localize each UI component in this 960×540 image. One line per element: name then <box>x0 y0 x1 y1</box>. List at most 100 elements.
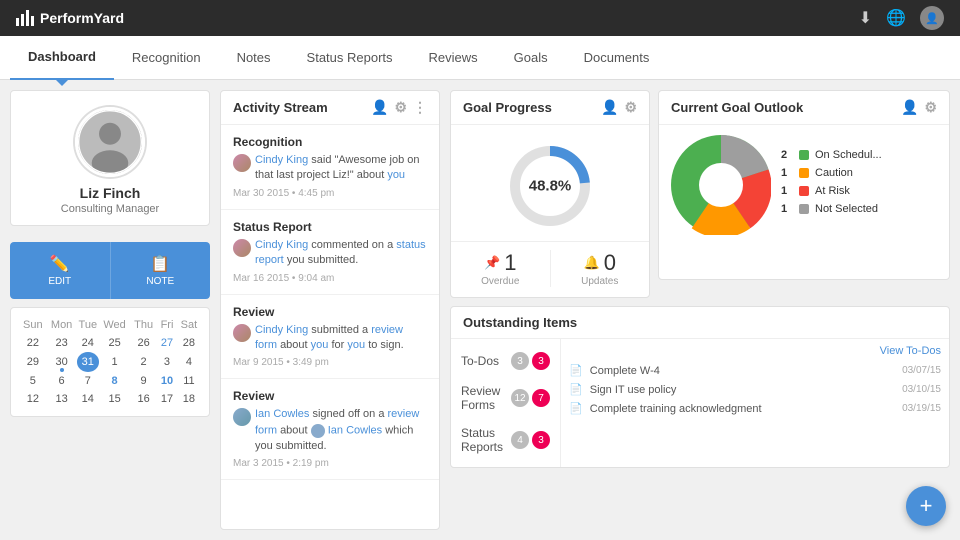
cal-day[interactable]: 24 <box>77 334 100 352</box>
activity-stream-header: Activity Stream 👤 ⚙ ⋮ <box>221 91 439 125</box>
todo-item-training: 📄 Complete training acknowledgment 03/19… <box>569 399 941 418</box>
activity-stream-panel: Activity Stream 👤 ⚙ ⋮ Recognition Cindy … <box>220 90 440 530</box>
legend-item-not-selected: 1 Not Selected <box>781 203 937 215</box>
profile-name: Liz Finch <box>21 185 199 201</box>
nav-dashboard[interactable]: Dashboard <box>10 36 114 80</box>
cindy-king-link[interactable]: Cindy King <box>255 154 308 166</box>
cal-day[interactable]: 12 <box>19 390 47 408</box>
cal-day[interactable]: 23 <box>47 334 77 352</box>
overdue-stat: 📌 1 Overdue <box>451 250 550 287</box>
view-todos-link[interactable]: View To-Dos <box>880 345 941 357</box>
settings-icon[interactable]: ⚙ <box>924 99 937 116</box>
nav-notes[interactable]: Notes <box>219 36 289 80</box>
outstanding-todos: View To-Dos 📄 Complete W-4 03/07/15 📄 Si… <box>561 339 949 467</box>
activity-item-review1: Review Cindy King submitted a review for… <box>221 295 439 380</box>
avatar <box>75 107 145 177</box>
cal-day[interactable]: 28 <box>177 334 201 352</box>
updates-number: 🔔 0 <box>551 250 650 276</box>
settings-icon[interactable]: ⚙ <box>624 99 637 116</box>
cal-row: 12 13 14 15 16 17 18 <box>19 390 201 408</box>
updates-stat: 🔔 0 Updates <box>551 250 650 287</box>
cal-day[interactable]: 8 <box>99 372 130 390</box>
person-icon[interactable]: 👤 <box>371 99 388 116</box>
cal-header-wed: Wed <box>99 316 130 334</box>
logo-text: PerformYard <box>40 10 124 26</box>
cal-day[interactable]: 18 <box>177 390 201 408</box>
cal-day[interactable]: 5 <box>19 372 47 390</box>
cindy-king-link[interactable]: Cindy King <box>255 324 308 336</box>
fab-button[interactable]: + <box>906 486 946 526</box>
donut-chart: 48.8% <box>505 141 595 231</box>
out-item-status-reports[interactable]: Status Reports 4 3 <box>451 419 560 461</box>
cal-day[interactable]: 2 <box>130 352 157 372</box>
pin-icon: 📌 <box>484 255 500 271</box>
cal-header-thu: Thu <box>130 316 157 334</box>
ian-cowles-link[interactable]: Ian Cowles <box>255 408 309 420</box>
activity-type: Recognition <box>233 135 427 149</box>
cal-day[interactable]: 3 <box>157 352 177 372</box>
more-icon[interactable]: ⋮ <box>413 99 427 116</box>
ian-cowles-link2[interactable]: Ian Cowles <box>328 424 382 436</box>
bar3 <box>26 10 29 26</box>
legend-label: Not Selected <box>815 203 878 215</box>
edit-button[interactable]: ✏️ EDIT <box>10 242 111 299</box>
cal-day[interactable]: 29 <box>19 352 47 372</box>
cal-day-today[interactable]: 31 <box>77 352 100 372</box>
activity-text: Ian Cowles signed off on a review form a… <box>255 407 427 454</box>
bar1 <box>16 18 19 26</box>
todo-date: 03/10/15 <box>902 384 941 395</box>
legend-dot-orange <box>799 168 809 178</box>
todo-text: Complete training acknowledgment <box>590 403 762 415</box>
note-icon: 📋 <box>117 254 205 274</box>
main-content: Liz Finch Consulting Manager ✏️ EDIT 📋 N… <box>0 80 960 540</box>
outstanding-body: To-Dos 3 3 Review Forms 12 7 <box>451 339 949 467</box>
cal-day[interactable]: 4 <box>177 352 201 372</box>
cal-day[interactable]: 9 <box>130 372 157 390</box>
person-icon[interactable]: 👤 <box>601 99 618 116</box>
nav-documents[interactable]: Documents <box>566 36 668 80</box>
donut-container: 48.8% <box>451 125 649 241</box>
cal-day[interactable]: 26 <box>130 334 157 352</box>
you-link2[interactable]: you <box>347 339 365 351</box>
review-forms-label: Review Forms <box>461 384 511 412</box>
cal-day[interactable]: 14 <box>77 390 100 408</box>
user-avatar-icon[interactable]: 👤 <box>920 6 944 30</box>
download-icon[interactable]: ⬇ <box>859 8 872 28</box>
activity-text: Cindy King submitted a review form about… <box>255 323 427 354</box>
person-icon[interactable]: 👤 <box>901 99 918 116</box>
settings-icon[interactable]: ⚙ <box>394 99 407 116</box>
cal-day[interactable]: 1 <box>99 352 130 372</box>
cal-day[interactable]: 17 <box>157 390 177 408</box>
cal-day[interactable]: 15 <box>99 390 130 408</box>
nav-recognition[interactable]: Recognition <box>114 36 219 80</box>
profile-card: Liz Finch Consulting Manager <box>10 90 210 226</box>
cal-day[interactable]: 11 <box>177 372 201 390</box>
nav-reviews[interactable]: Reviews <box>411 36 496 80</box>
you-link[interactable]: you <box>311 339 329 351</box>
you-link[interactable]: you <box>387 169 405 181</box>
cal-day[interactable]: 27 <box>157 334 177 352</box>
legend-dot-red <box>799 186 809 196</box>
activity-item-status-report: Status Report Cindy King commented on a … <box>221 210 439 295</box>
outlook-section: Current Goal Outlook 👤 ⚙ <box>658 90 950 298</box>
pie-chart <box>671 135 771 235</box>
bar2 <box>21 14 24 26</box>
cindy-king-link[interactable]: Cindy King <box>255 239 308 251</box>
out-item-review-forms[interactable]: Review Forms 12 7 <box>451 377 560 419</box>
cal-day[interactable]: 10 <box>157 372 177 390</box>
cal-day[interactable]: 7 <box>77 372 100 390</box>
out-item-todos[interactable]: To-Dos 3 3 <box>451 345 560 377</box>
cal-day[interactable]: 22 <box>19 334 47 352</box>
cal-day[interactable]: 6 <box>47 372 77 390</box>
note-button[interactable]: 📋 NOTE <box>111 242 211 299</box>
top-nav-icons: ⬇ 🌐 👤 <box>859 6 944 30</box>
review-forms-badges: 12 7 <box>511 389 550 407</box>
nav-goals[interactable]: Goals <box>496 36 566 80</box>
cal-day[interactable]: 25 <box>99 334 130 352</box>
bar4 <box>31 16 34 26</box>
cal-day[interactable]: 13 <box>47 390 77 408</box>
cal-day[interactable]: 30 <box>47 352 77 372</box>
cal-day[interactable]: 16 <box>130 390 157 408</box>
globe-icon[interactable]: 🌐 <box>886 8 906 28</box>
nav-status-reports[interactable]: Status Reports <box>289 36 411 80</box>
